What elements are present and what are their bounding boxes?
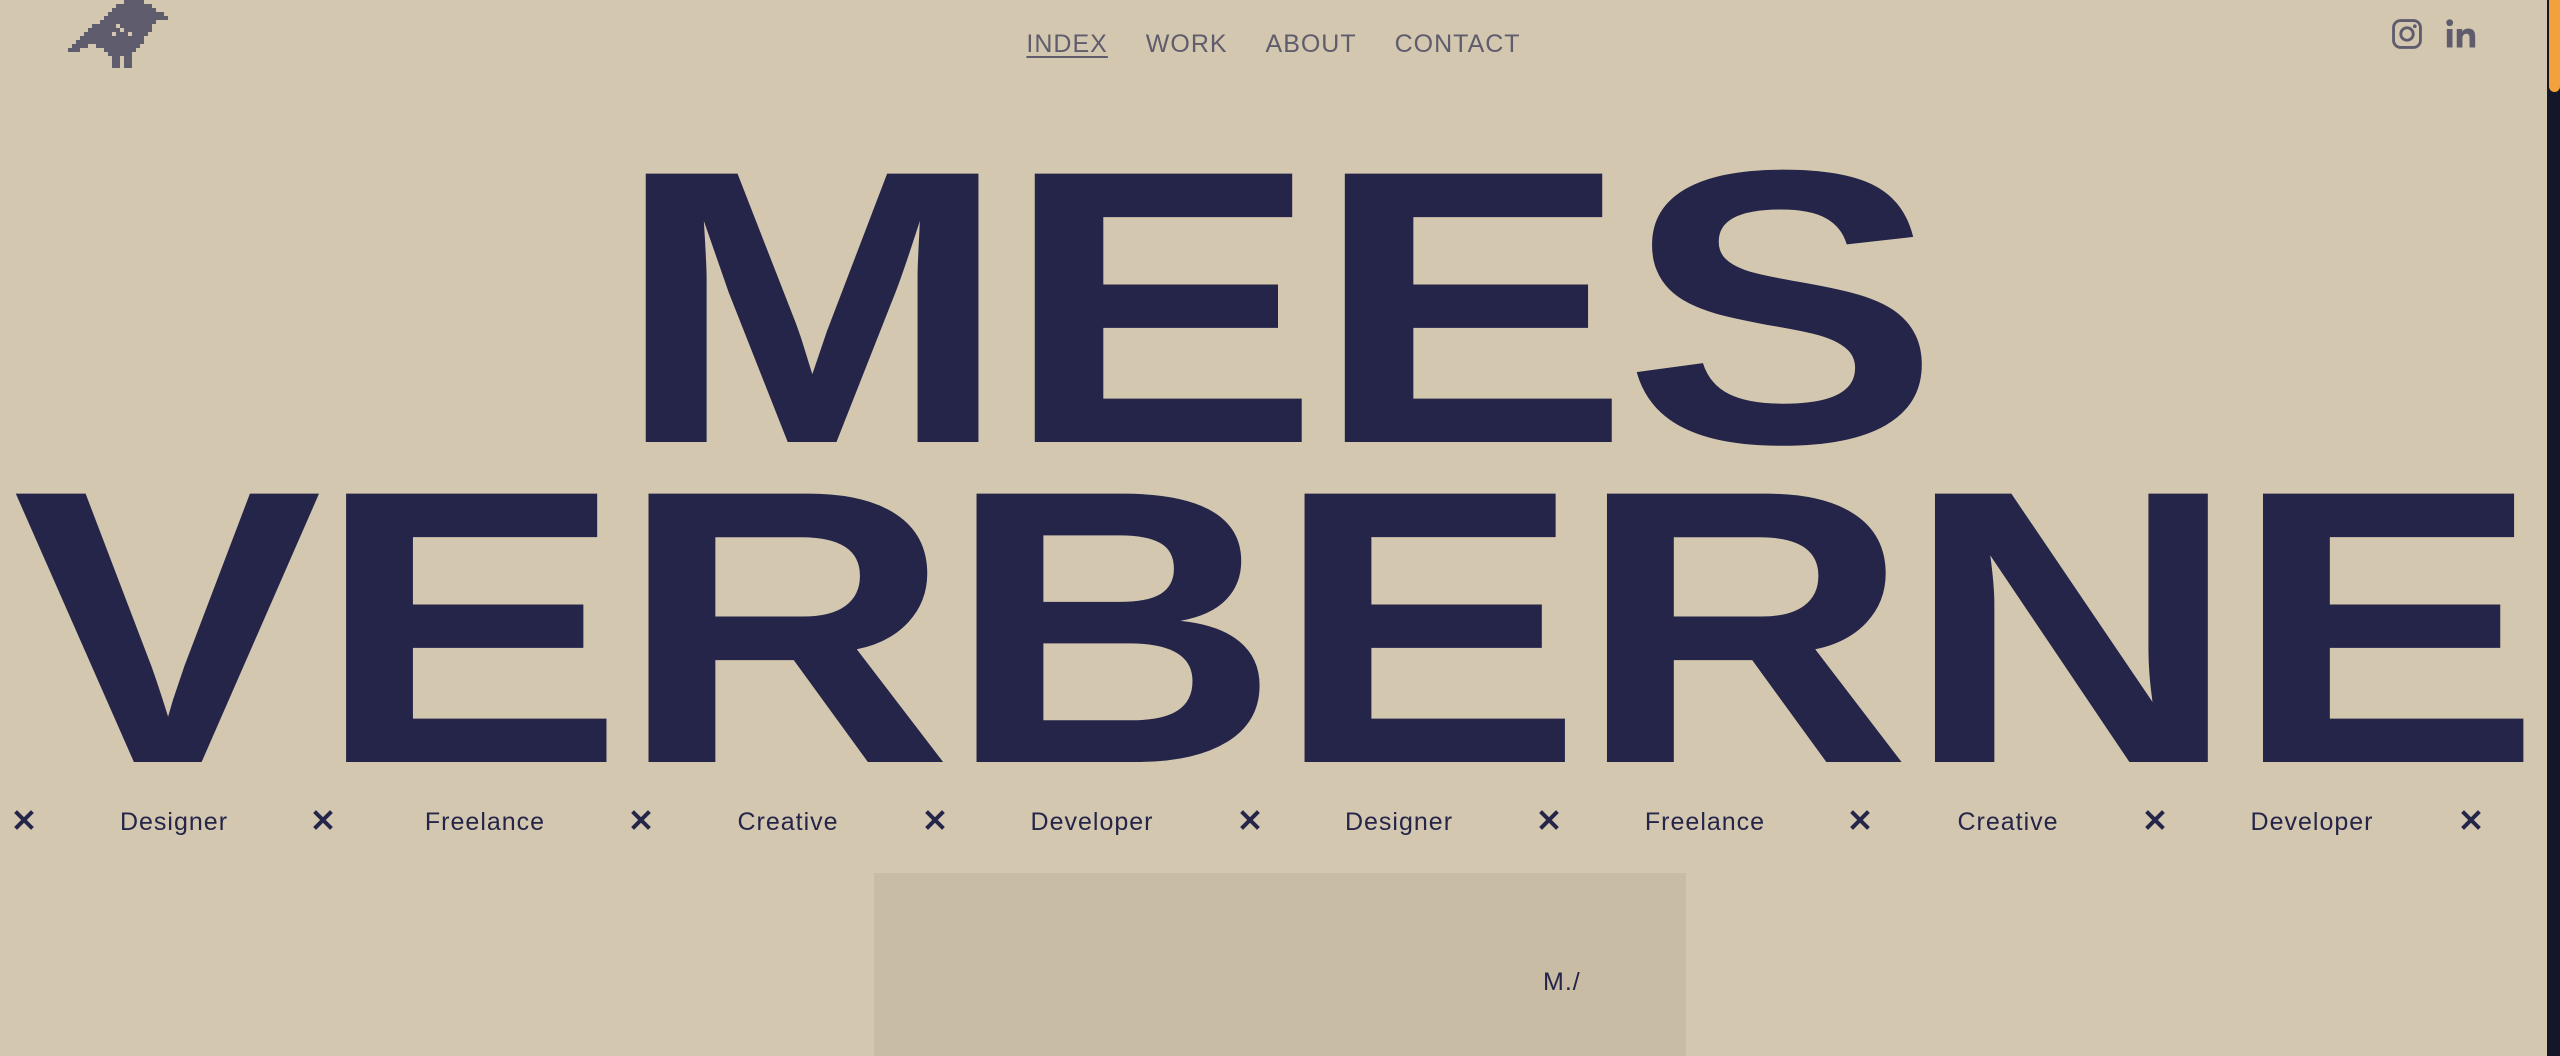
x-icon	[2461, 810, 2481, 830]
social-links	[2390, 17, 2478, 51]
instagram-icon[interactable]	[2390, 17, 2424, 51]
nav-contact[interactable]: CONTACT	[1395, 28, 1521, 60]
x-icon	[14, 810, 34, 830]
x-icon	[1850, 810, 1870, 830]
main-nav: INDEX WORK ABOUT CONTACT	[0, 28, 2547, 60]
ticker-tag: Developer	[1030, 808, 1154, 836]
panel-mark: M./	[1543, 968, 1581, 996]
ticker-tag: Freelance	[424, 808, 546, 836]
intro-panel: M./	[874, 873, 1686, 1056]
ticker-tag: Creative	[1957, 808, 2059, 836]
linkedin-icon[interactable]	[2444, 17, 2478, 51]
x-icon	[631, 810, 651, 830]
page: INDEX WORK ABOUT CONTACT MEES VERBERNE D…	[0, 0, 2560, 1056]
scrollbar-track[interactable]	[2547, 0, 2560, 1056]
ticker-tag: Creative	[737, 808, 839, 836]
ticker-tag: Freelance	[1644, 808, 1766, 836]
ticker-tag: Designer	[1344, 808, 1454, 836]
ticker-tag: Designer	[119, 808, 229, 836]
x-icon	[2145, 810, 2165, 830]
x-icon	[925, 810, 945, 830]
ticker-tag: Developer	[2250, 808, 2374, 836]
nav-work[interactable]: WORK	[1146, 28, 1228, 60]
x-icon	[1240, 810, 1260, 830]
nav-about[interactable]: ABOUT	[1266, 28, 1357, 60]
x-icon	[1539, 810, 1559, 830]
hero-last-name: VERBERNE	[12, 409, 2542, 845]
nav-index[interactable]: INDEX	[1026, 28, 1107, 60]
tag-ticker: Designer Freelance Creative Developer Design…	[0, 808, 2547, 844]
scrollbar-thumb[interactable]	[2549, 0, 2560, 92]
x-icon	[313, 810, 333, 830]
